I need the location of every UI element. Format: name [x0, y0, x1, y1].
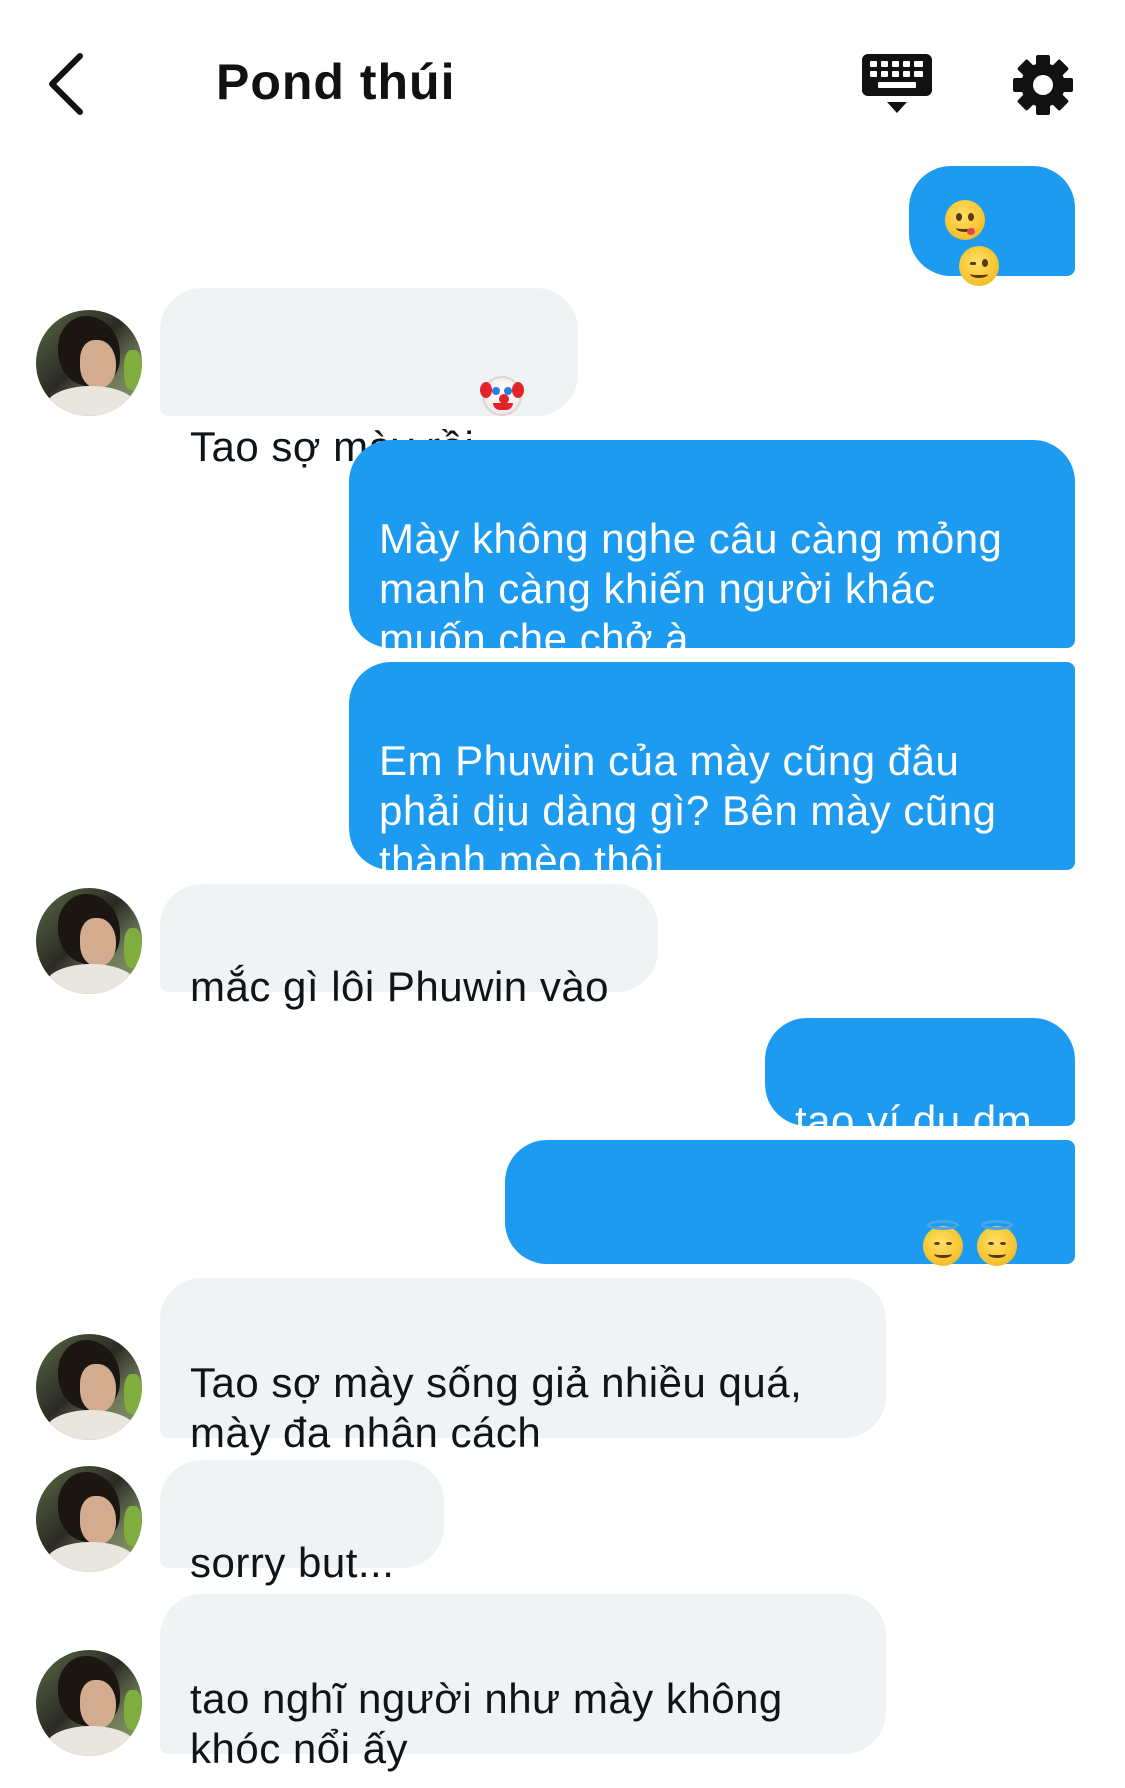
- smiling-face-with-halo-icon: [923, 1220, 964, 1266]
- winking-face-icon: [959, 246, 999, 286]
- back-button[interactable]: [36, 48, 96, 120]
- message-text: sorry but...: [190, 1539, 395, 1586]
- avatar[interactable]: [36, 1334, 142, 1440]
- outgoing-message[interactable]: mê bồ vừa thôi mày: [505, 1140, 1075, 1318]
- smiling-face-with-halo-icon: [977, 1220, 1018, 1266]
- avatar[interactable]: [36, 310, 142, 416]
- message-thread[interactable]: Tao sợ mày rồi Mày không nghe câu càng m…: [0, 160, 1125, 1788]
- avatar[interactable]: [36, 1650, 142, 1756]
- incoming-message[interactable]: mắc gì lôi Phuwin vào: [160, 884, 658, 1010]
- face-savoring-food-icon: [945, 200, 985, 240]
- message-text: Em Phuwin của mày cũng đâu phải dịu dàng…: [379, 737, 997, 884]
- message-text: mắc gì lôi Phuwin vào: [190, 963, 610, 1010]
- keyboard-toggle-button[interactable]: [860, 50, 934, 120]
- outgoing-message[interactable]: Em Phuwin của mày cũng đâu phải dịu dàng…: [349, 662, 1075, 884]
- incoming-message[interactable]: sorry but...: [160, 1460, 444, 1586]
- conversation-title: Pond thúi: [216, 54, 456, 110]
- conversation-header: Pond thúi: [0, 0, 1125, 160]
- message-text: Mày không nghe câu càng mỏng manh càng k…: [379, 515, 1003, 662]
- incoming-message[interactable]: Tao sợ mày rồi: [160, 288, 578, 470]
- message-text: tao nghĩ người như mày không khóc nổi ấy: [190, 1675, 783, 1772]
- message-text: Tao sợ mày sống giả nhiều quá, mày đa nh…: [190, 1359, 803, 1456]
- message-text: tao ví dụ dm: [795, 1097, 1033, 1144]
- avatar[interactable]: [36, 888, 142, 994]
- outgoing-message[interactable]: [909, 166, 1075, 286]
- gear-icon: [1013, 55, 1073, 115]
- avatar[interactable]: [36, 1466, 142, 1572]
- chevron-left-icon: [49, 53, 83, 115]
- outgoing-message[interactable]: Mày không nghe câu càng mỏng manh càng k…: [349, 440, 1075, 662]
- keyboard-icon: [862, 54, 932, 113]
- incoming-message[interactable]: tao nghĩ người như mày không khóc nổi ấy: [160, 1594, 886, 1772]
- settings-button[interactable]: [1008, 50, 1078, 120]
- outgoing-message[interactable]: tao ví dụ dm: [765, 1018, 1075, 1144]
- clown-face-icon: [480, 376, 525, 416]
- incoming-message[interactable]: Tao sợ mày sống giả nhiều quá, mày đa nh…: [160, 1278, 886, 1456]
